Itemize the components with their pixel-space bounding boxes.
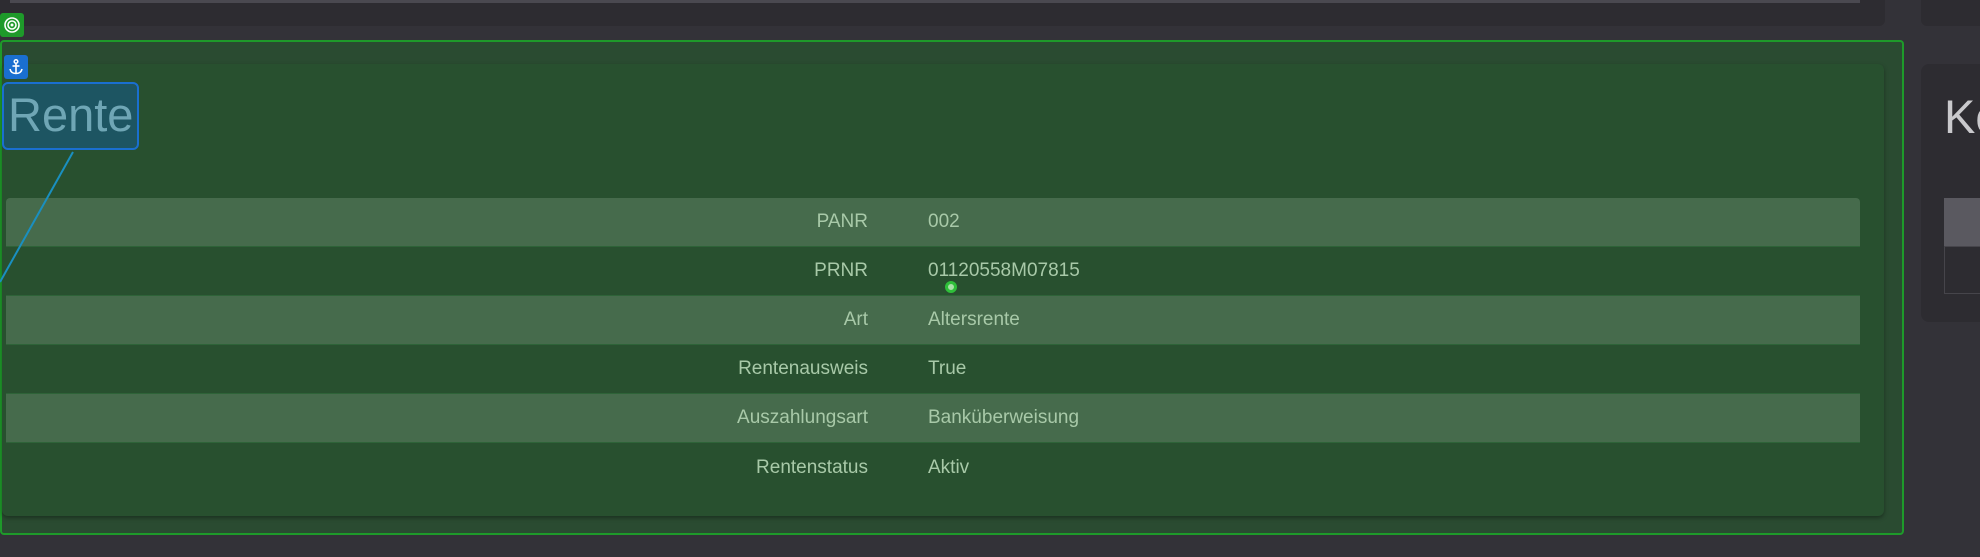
cursor-indicator xyxy=(945,281,957,293)
row-value: Banküberweisung xyxy=(928,407,1080,428)
side-card: Ko xyxy=(1921,64,1980,322)
target-icon[interactable] xyxy=(0,13,24,37)
previous-side-card xyxy=(1921,0,1980,26)
row-value: True xyxy=(928,358,967,379)
row-label: Rentenausweis xyxy=(738,358,868,379)
side-table xyxy=(1944,198,1980,294)
row-label: PANR xyxy=(816,211,868,232)
row-value: 01120558M07815 xyxy=(928,260,1080,281)
table-row: Auszahlungsart Banküberweisung xyxy=(6,394,1860,443)
table-row: Rentenstatus Aktiv xyxy=(6,443,1860,492)
side-table-header xyxy=(1944,198,1980,246)
details-table: PANR 002 PRNR 01120558M07815 Art Altersr… xyxy=(6,198,1860,492)
row-label: Auszahlungsart xyxy=(737,407,868,428)
row-value: 002 xyxy=(928,211,960,232)
table-row: PRNR 01120558M07815 xyxy=(6,247,1860,296)
horizontal-scrollbar[interactable] xyxy=(10,0,1860,3)
connector-line xyxy=(0,151,74,283)
side-card-title: Ko xyxy=(1944,90,1980,143)
row-label: Art xyxy=(843,309,868,330)
row-label: Rentenstatus xyxy=(756,456,868,478)
table-row: Art Altersrente xyxy=(6,296,1860,345)
row-value: Aktiv xyxy=(928,456,970,478)
table-row: PANR 002 xyxy=(6,198,1860,247)
row-label: PRNR xyxy=(814,260,868,281)
anchor-icon[interactable] xyxy=(4,55,28,79)
row-value: Altersrente xyxy=(928,309,1020,330)
previous-card xyxy=(0,0,1885,26)
side-table-row xyxy=(1944,246,1980,294)
table-row: Rentenausweis True xyxy=(6,345,1860,394)
